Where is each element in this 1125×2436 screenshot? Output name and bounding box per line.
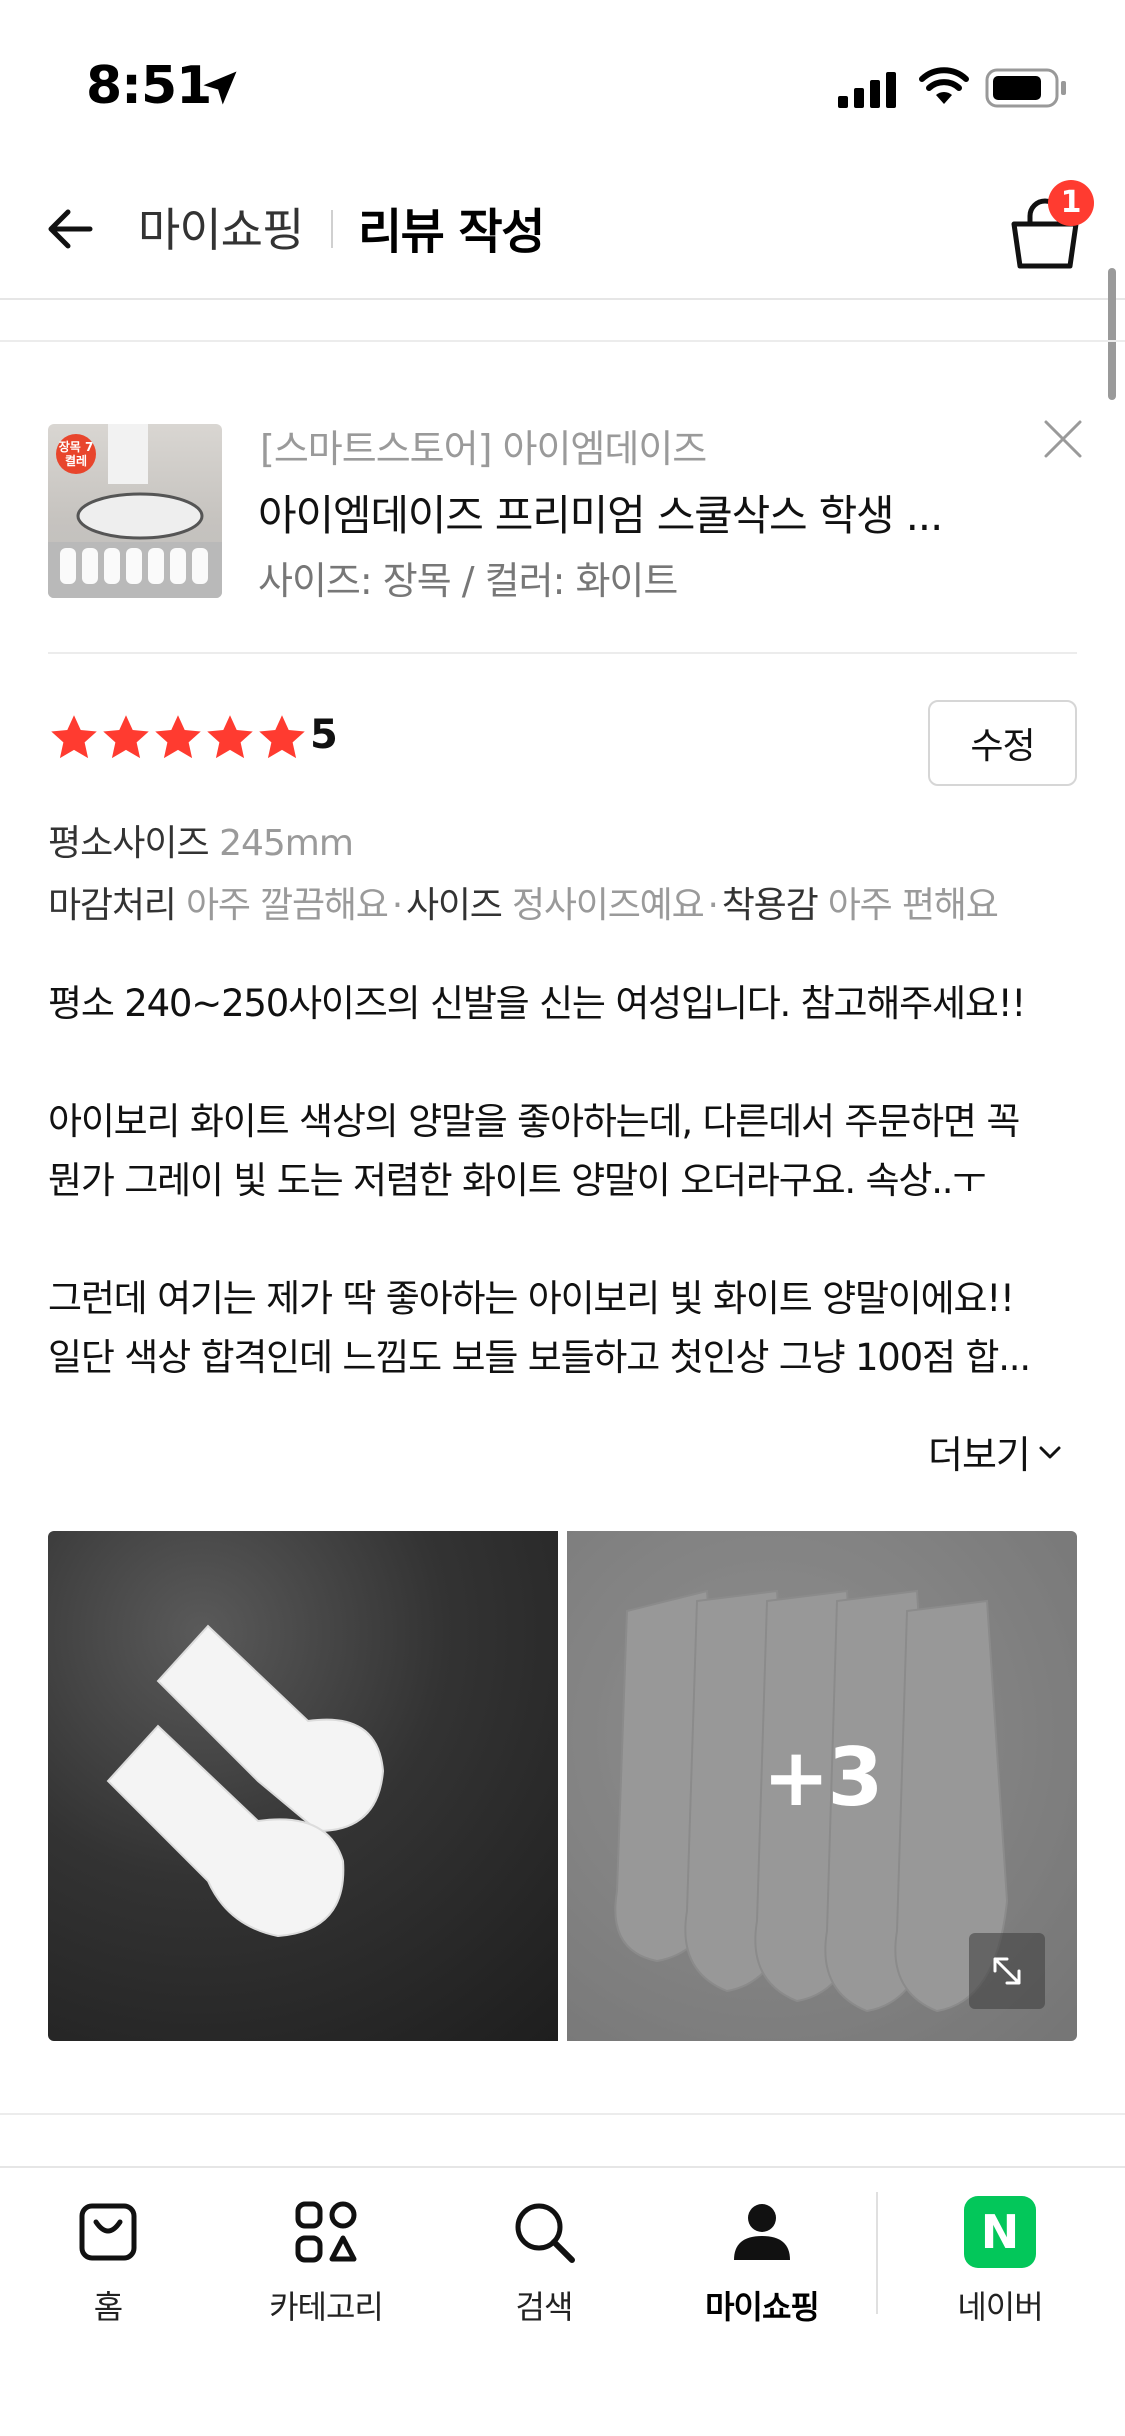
product-summary: 장목 7켤레 [스마트스토어] 아이엠데이즈 아이엠데이즈 프리미엄 스쿨삭스 … [0,400,1125,650]
attribute-value: 아주 깔끔해요 [185,885,389,926]
review-line: 일단 색상 합격인데 느낌도 보들 보들하고 첫인상 그냥 100점 합... [48,1336,1031,1379]
tab-naver[interactable]: N 네이버 [900,2196,1100,2328]
tab-category[interactable]: 카테고리 [226,2196,426,2328]
divider [0,2113,1125,2115]
product-name[interactable]: 아이엠데이즈 프리미엄 스쿨삭스 학생 ... [258,482,943,543]
star-icon [51,715,97,759]
more-label: 더보기 [928,1433,1031,1477]
tab-home[interactable]: 홈 [8,2196,208,2328]
breadcrumb-divider [331,210,333,248]
divider [0,340,1125,342]
review-text: 평소 240~250사이즈의 신발을 신는 여성입니다. 참고해주세요!! 아이… [48,974,1083,1387]
more-photos-count: +3 [762,1731,884,1824]
close-icon[interactable] [1040,416,1086,462]
star-icon [259,715,305,759]
product-thumbnail-art [48,424,222,598]
tab-search-label: 검색 [515,2288,574,2326]
category-icon [295,2201,357,2263]
naver-icon: N [964,2196,1036,2268]
bag-icon [79,2203,137,2261]
person-icon [734,2204,790,2260]
review-attributes: 마감처리 아주 깔끔해요 · 사이즈 정사이즈예요 · 착용감 아주 편해요 [48,876,999,928]
rating-score: 5 [310,712,338,758]
location-arrow-icon [203,71,237,105]
product-thumbnail: 장목 7켤레 [48,424,222,598]
status-time: 8:51 [86,56,212,116]
review-photo[interactable] [48,1531,558,2041]
tab-my-shopping[interactable]: 마이쇼핑 [662,2196,862,2328]
star-icon [207,715,253,759]
search-icon [515,2203,575,2263]
review-photo[interactable]: +3 [567,1531,1077,2041]
tab-my-shopping-label: 마이쇼핑 [705,2288,820,2326]
attribute-separator: · [391,885,403,926]
scrollbar[interactable] [1108,268,1116,400]
tab-naver-label: 네이버 [957,2288,1043,2326]
star-icon [103,715,149,759]
status-bar: 8:51 [0,0,1125,170]
bottom-tab-bar: 홈 카테고리 검색 마이쇼핑 N 네이버 [0,2166,1125,2436]
review-line: 그런데 여기는 제가 딱 좋아하는 아이보리 빛 화이트 양말이에요!! [48,1277,1015,1320]
attribute-value: 아주 편해요 [827,885,999,926]
expand-button[interactable] [969,1933,1045,2009]
back-arrow-icon[interactable] [40,196,106,262]
attribute-key: 착용감 [721,885,819,926]
attribute-key: 마감처리 [48,885,177,926]
star-rating [48,712,308,764]
edit-review-button[interactable]: 수정 [928,700,1077,786]
tab-category-label: 카테고리 [269,2288,384,2326]
product-store: [스마트스토어] 아이엠데이즈 [260,427,707,471]
tab-search[interactable]: 검색 [444,2196,644,2328]
cart-count-badge: 1 [1048,180,1094,226]
page-title: 리뷰 작성 [358,204,545,260]
star-icon [155,715,201,759]
usual-size-label: 평소사이즈 [48,823,210,864]
divider [48,652,1077,654]
chevron-down-icon [1039,1446,1061,1458]
attribute-key: 사이즈 [405,885,503,926]
attribute-separator: · [707,885,719,926]
review-line: 뭔가 그레이 빛 도는 저렴한 화이트 양말이 오더라구요. 속상..ㅜ [48,1159,986,1202]
review-line: 아이보리 화이트 색상의 양말을 좋아하는데, 다른데서 주문하면 꼭 [48,1100,1020,1143]
attribute-value: 정사이즈예요 [511,885,705,926]
review-line: 평소 240~250사이즈의 신발을 신는 여성입니다. 참고해주세요!! [48,982,1026,1025]
usual-size: 평소사이즈 245mm [48,814,354,866]
header: 마이쇼핑 리뷰 작성 [0,170,1125,300]
breadcrumb-my-shopping[interactable]: 마이쇼핑 [138,194,304,260]
expand-icon [993,1957,1021,1985]
tab-home-label: 홈 [93,2288,123,2326]
cellular-signal-icon [838,72,896,108]
usual-size-value: 245mm [219,823,354,864]
white-socks-photo [106,1624,385,1938]
tab-divider [876,2192,878,2314]
product-option: 사이즈: 장목 / 컬러: 화이트 [258,559,678,603]
battery-icon [985,68,1066,108]
wifi-icon [919,67,969,104]
more-button[interactable]: 더보기 [928,1424,1064,1479]
